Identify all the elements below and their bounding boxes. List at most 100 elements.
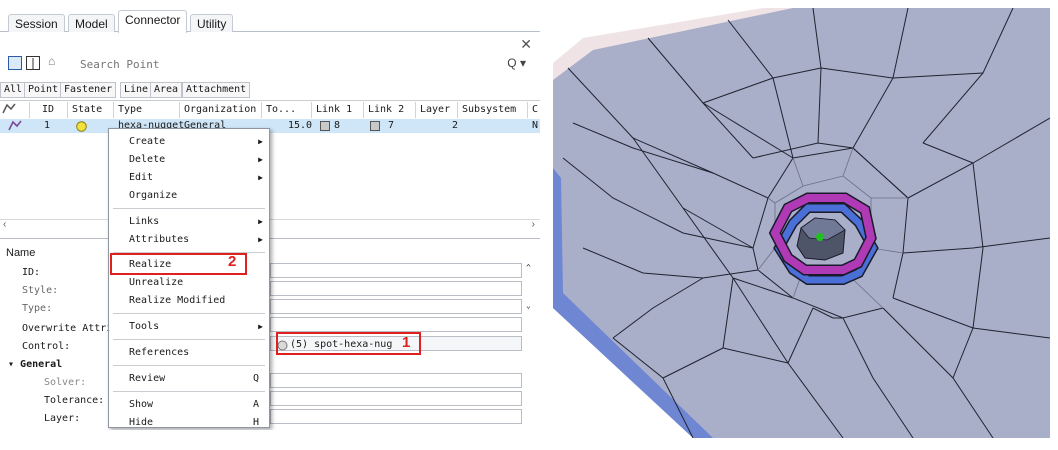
- filter-line[interactable]: Line: [120, 82, 153, 98]
- menu-item-realize-modified[interactable]: Realize Modified: [109, 292, 269, 310]
- column-header[interactable]: Layer: [418, 102, 458, 118]
- yellow-circle-icon: [76, 121, 87, 137]
- menu-item-label: Realize Modified: [129, 295, 226, 306]
- menu-separator: [113, 365, 265, 366]
- menu-item-organize[interactable]: Organize: [109, 187, 269, 205]
- filter-area[interactable]: Area: [150, 82, 183, 98]
- split-view-icon[interactable]: [26, 56, 40, 70]
- column-header[interactable]: Link 2: [366, 102, 416, 118]
- filter-all[interactable]: All: [0, 82, 27, 98]
- component-icon: [320, 121, 330, 136]
- field-label: Style:: [22, 285, 59, 296]
- properties-header: Name: [6, 247, 36, 259]
- component-icon: [370, 121, 380, 136]
- overwrite-field[interactable]: [270, 317, 522, 332]
- field-label: Overwrite Attri: [22, 323, 113, 334]
- menu-item-label: Edit: [129, 172, 154, 183]
- horizontal-scrollbar[interactable]: ‹ ›: [0, 219, 540, 232]
- section-general[interactable]: ▾ General: [8, 359, 62, 370]
- tab-session[interactable]: Session: [8, 14, 65, 32]
- menu-item-label: Review: [129, 373, 166, 384]
- scroll-up-icon[interactable]: ^: [526, 263, 531, 272]
- menu-item-label: Hide: [129, 417, 154, 428]
- style-field[interactable]: [270, 281, 522, 296]
- submenu-arrow-icon: ▶: [258, 173, 263, 182]
- menu-item-hide[interactable]: Hide H: [109, 414, 269, 428]
- column-header[interactable]: To...: [264, 102, 312, 118]
- chevron-down-icon[interactable]: ⌄: [526, 301, 531, 310]
- tab-model[interactable]: Model: [68, 14, 115, 32]
- menu-item-label: Attributes: [129, 234, 190, 245]
- shortcut-key: A: [252, 399, 259, 410]
- single-view-icon[interactable]: [8, 56, 22, 70]
- field-label: Tolerance:: [44, 395, 105, 406]
- annotation-box: [276, 332, 421, 355]
- menu-item-links[interactable]: Links ▶: [109, 213, 269, 231]
- menu-item-tools[interactable]: Tools ▶: [109, 318, 269, 336]
- filter-attachment[interactable]: Attachment: [182, 82, 251, 98]
- search-input[interactable]: [80, 56, 510, 72]
- menu-item-edit[interactable]: Edit ▶: [109, 169, 269, 187]
- menu-item-attributes[interactable]: Attributes ▶: [109, 231, 269, 249]
- connector-table: ID State Type Organization To... Link 1 …: [0, 100, 540, 220]
- menu-item-label: Organize: [129, 190, 178, 201]
- menu-item-show[interactable]: Show A: [109, 396, 269, 414]
- graphics-viewport[interactable]: [553, 8, 1050, 438]
- menu-separator: [113, 391, 265, 392]
- menu-item-label: Links: [129, 216, 160, 227]
- field-label: Type:: [22, 303, 53, 314]
- column-header[interactable]: ID: [40, 102, 68, 118]
- column-header[interactable]: C: [530, 102, 540, 118]
- cell-layer: 2: [452, 120, 459, 131]
- context-menu: Create ▶ Delete ▶ Edit ▶ Organize Links ▶ At…: [108, 128, 270, 428]
- annotation-number: 1: [402, 334, 411, 351]
- submenu-arrow-icon: ▶: [258, 235, 263, 244]
- layer-field[interactable]: [270, 409, 522, 424]
- connector-node[interactable]: [816, 233, 824, 241]
- menu-item-label: Create: [129, 136, 166, 147]
- field-label: Layer:: [44, 413, 81, 424]
- menu-separator: [113, 208, 265, 209]
- section-label: General: [20, 359, 63, 370]
- scroll-left-icon[interactable]: ‹: [3, 219, 6, 230]
- menu-item-label: Show: [129, 399, 154, 410]
- menu-item-label: Unrealize: [129, 277, 184, 288]
- solver-field[interactable]: [270, 373, 522, 388]
- annotation-box: [110, 253, 247, 275]
- home-icon[interactable]: ⌂: [48, 54, 55, 68]
- table-row[interactable]: 1 hexa-nugget General 15.0 8 7 2 N: [0, 119, 540, 133]
- search-icon[interactable]: Q ▾: [507, 56, 526, 70]
- tab-connector[interactable]: Connector: [118, 10, 188, 33]
- shortcut-key: Q: [252, 373, 259, 384]
- column-header[interactable]: Link 1: [314, 102, 364, 118]
- tolerance-field[interactable]: [270, 391, 522, 406]
- id-field[interactable]: [270, 263, 522, 278]
- properties-panel: Name ID: Style: Type: Overwrite Attri Co…: [0, 238, 540, 430]
- column-header[interactable]: State: [70, 102, 114, 118]
- column-header[interactable]: Subsystem: [460, 102, 528, 118]
- type-field[interactable]: [270, 299, 522, 314]
- field-label: Control:: [22, 341, 71, 352]
- close-icon[interactable]: ✕: [520, 36, 532, 53]
- column-header[interactable]: Type: [116, 102, 180, 118]
- menu-item-create[interactable]: Create ▶: [109, 133, 269, 151]
- menu-item-label: Delete: [129, 154, 166, 165]
- menu-item-unrealize[interactable]: Unrealize: [109, 274, 269, 292]
- scroll-right-icon[interactable]: ›: [532, 219, 535, 230]
- menu-item-label: Tools: [129, 321, 160, 332]
- filter-point[interactable]: Point: [24, 82, 63, 98]
- submenu-arrow-icon: ▶: [258, 322, 263, 331]
- menu-item-delete[interactable]: Delete ▶: [109, 151, 269, 169]
- menu-item-label: References: [129, 347, 190, 358]
- mesh-render: [553, 8, 1050, 438]
- filter-fastener[interactable]: Fastener: [60, 82, 117, 98]
- tab-utility[interactable]: Utility: [190, 14, 234, 32]
- menu-separator: [113, 313, 265, 314]
- annotation-number: 2: [228, 253, 237, 270]
- field-label: ID:: [22, 267, 41, 278]
- menu-item-references[interactable]: References: [109, 344, 269, 362]
- column-header[interactable]: Organization: [182, 102, 262, 118]
- menu-item-review[interactable]: Review Q: [109, 370, 269, 388]
- submenu-arrow-icon: ▶: [258, 155, 263, 164]
- shortcut-key: H: [252, 417, 259, 428]
